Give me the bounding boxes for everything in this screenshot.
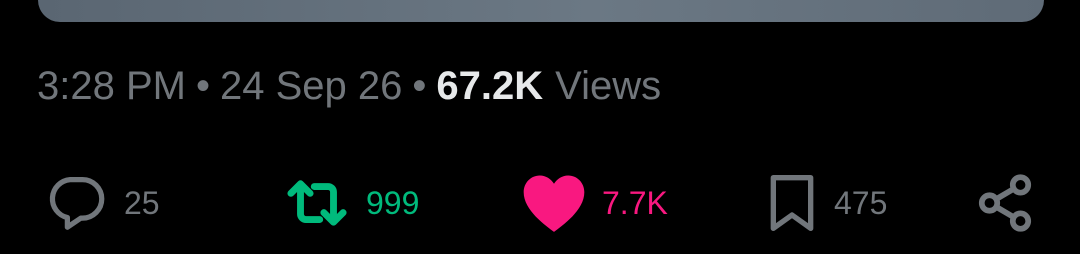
meta-separator: • bbox=[195, 63, 210, 108]
share-button[interactable] bbox=[974, 166, 1036, 240]
share-icon bbox=[974, 170, 1036, 236]
bookmark-button[interactable]: 475 bbox=[764, 166, 887, 240]
tweet-time: 3:28 PM bbox=[37, 63, 186, 108]
reply-count: 25 bbox=[124, 184, 160, 221]
media-image-bottom-edge[interactable] bbox=[38, 0, 1044, 22]
repost-icon bbox=[282, 170, 352, 236]
tweet-metadata: 3:28 PM • 24 Sep 26 • 67.2K Views bbox=[37, 60, 661, 112]
tweet-action-bar: 25 999 7.7K 475 bbox=[0, 166, 1080, 240]
heart-icon bbox=[520, 171, 588, 235]
bookmark-count: 475 bbox=[834, 184, 888, 221]
like-count: 7.7K bbox=[602, 184, 668, 221]
reply-button[interactable]: 25 bbox=[44, 166, 160, 240]
views-label[interactable]: Views bbox=[555, 64, 661, 109]
bookmark-icon bbox=[764, 171, 820, 235]
like-button[interactable]: 7.7K bbox=[520, 166, 668, 240]
meta-separator: • bbox=[412, 63, 427, 108]
repost-count: 999 bbox=[366, 184, 420, 221]
tweet-date: 24 Sep 26 bbox=[219, 63, 403, 108]
repost-button[interactable]: 999 bbox=[282, 166, 419, 240]
views-count[interactable]: 67.2K bbox=[436, 64, 543, 109]
reply-icon bbox=[44, 170, 110, 236]
